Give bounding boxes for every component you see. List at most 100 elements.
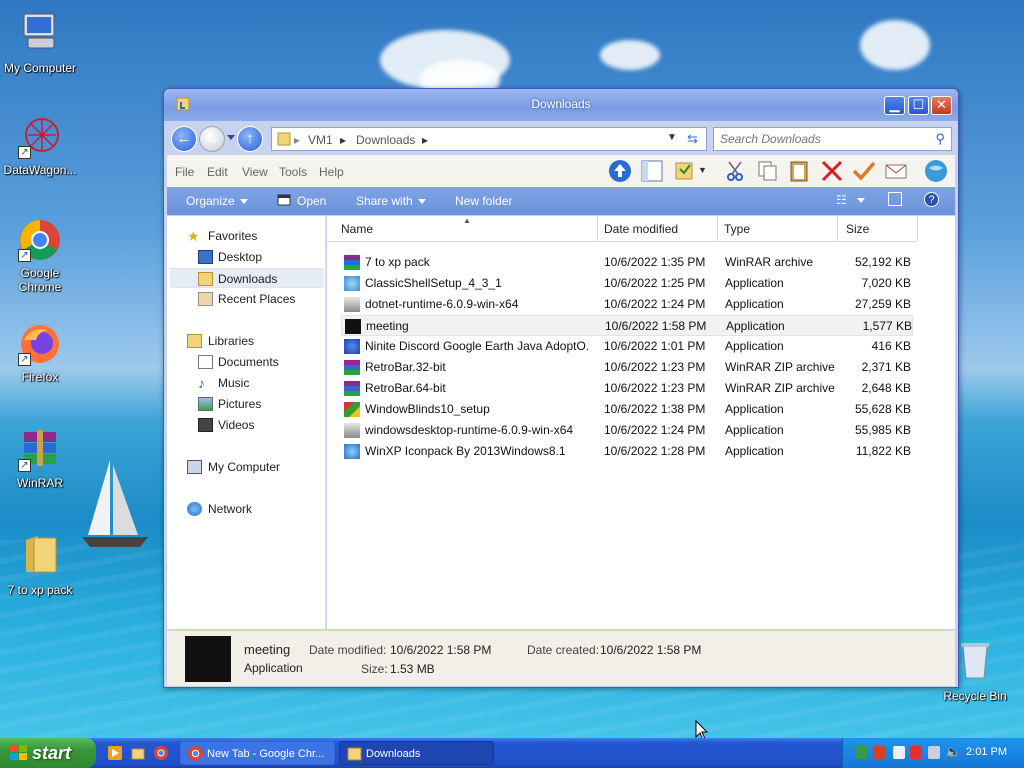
up-folder-icon[interactable] (607, 159, 633, 183)
window-title: Downloads (531, 97, 591, 111)
forward-button[interactable]: → (199, 126, 225, 152)
desktop-icon-google-chrome[interactable]: ↗ Google Chrome (0, 218, 80, 294)
windows-flag-icon (10, 745, 27, 760)
file-row[interactable]: meeting 10/6/2022 1:58 PM Application 1,577… (341, 315, 913, 336)
file-size: 1,577 KB (862, 319, 912, 333)
file-row[interactable]: Ninite Discord Google Earth Java AdoptO.… (341, 336, 913, 357)
media-player-icon[interactable] (108, 746, 122, 760)
folders-pane-icon[interactable] (639, 159, 665, 183)
nav-label: Network (208, 502, 253, 516)
sort-ascending-icon: ▲ (463, 216, 471, 225)
file-row[interactable]: WindowBlinds10_setup 10/6/2022 1:38 PM App… (341, 399, 913, 420)
column-header-size[interactable]: Size (838, 216, 918, 242)
explorer-quicklaunch-icon[interactable] (131, 746, 145, 760)
taskbar-item-chrome[interactable]: New Tab - Google Chr... (180, 741, 335, 765)
preview-pane-icon[interactable] (888, 192, 902, 206)
file-row[interactable]: 7 to xp pack 10/6/2022 1:35 PM WinRAR arch… (341, 252, 913, 273)
column-header-name[interactable]: Name ▲ (327, 216, 598, 242)
paste-icon[interactable] (787, 159, 813, 183)
file-size: 55,628 KB (854, 402, 911, 416)
search-icon[interactable]: ⚲ (935, 131, 945, 147)
clock[interactable]: 2:01 PM (966, 746, 1007, 758)
copy-icon[interactable] (755, 159, 781, 183)
nav-desktop[interactable]: Desktop (167, 247, 325, 267)
column-header-date[interactable]: Date modified (598, 216, 718, 242)
file-date-modified: 10/6/2022 1:01 PM (604, 339, 706, 353)
nav-favorites[interactable]: ★ Favorites (167, 226, 325, 246)
title-bar[interactable]: Downloads ▁ ☐ ✕ (164, 89, 958, 121)
help-icon[interactable]: ? (924, 192, 939, 207)
display-tray-icon[interactable] (928, 746, 940, 759)
search-box[interactable]: ⚲ (713, 127, 952, 151)
email-icon[interactable] (883, 159, 909, 183)
taskbar-item-downloads[interactable]: Downloads (339, 741, 494, 765)
view-dropdown-icon[interactable] (857, 198, 865, 203)
menu-tools[interactable]: Tools (279, 165, 307, 179)
file-date-modified: 10/6/2022 1:24 PM (604, 297, 706, 311)
desktop-icon-7-to-xp-pack[interactable]: 7 to xp pack (0, 532, 80, 597)
nav-documents[interactable]: Documents (167, 352, 325, 372)
network-tray-icon[interactable] (855, 746, 867, 759)
start-button[interactable]: start (0, 738, 96, 768)
desktop-icon-firefox[interactable]: ↗ Firefox (0, 322, 80, 384)
organize-button[interactable]: Organize (186, 194, 248, 208)
file-date-modified: 10/6/2022 1:24 PM (604, 423, 706, 437)
back-button[interactable]: ← (171, 126, 197, 152)
nav-label: Desktop (218, 250, 263, 264)
nav-music[interactable]: ♪ Music (167, 373, 325, 393)
folder-icon (277, 132, 291, 146)
minimize-button[interactable]: ▁ (884, 96, 905, 115)
windows-logo-icon[interactable] (923, 159, 949, 183)
file-row[interactable]: ClassicShellSetup_4_3_1 10/6/2022 1:25 PM… (341, 273, 913, 294)
file-row[interactable]: RetroBar.32-bit 10/6/2022 1:23 PM WinRAR Z… (341, 357, 913, 378)
share-with-button[interactable]: Share with (356, 194, 426, 208)
alert-tray-icon[interactable] (910, 746, 922, 759)
file-row[interactable]: dotnet-runtime-6.0.9-win-x64 10/6/2022 1:… (341, 294, 913, 315)
properties-checkmark-icon[interactable] (851, 159, 877, 183)
breadcrumb-vm1[interactable]: VM1 (308, 133, 333, 147)
file-row[interactable]: windowsdesktop-runtime-6.0.9-win-x64 10/6… (341, 420, 913, 441)
file-size: 7,020 KB (861, 276, 911, 290)
file-row[interactable]: RetroBar.64-bit 10/6/2022 1:23 PM WinRAR Z… (341, 378, 913, 399)
nav-pictures[interactable]: Pictures (167, 394, 325, 414)
desktop-icon-my-computer[interactable]: My Computer (0, 10, 80, 75)
security-tray-icon[interactable] (873, 746, 885, 759)
nav-videos[interactable]: Videos (167, 415, 325, 435)
menu-file[interactable]: File (175, 165, 194, 179)
safely-remove-tray-icon[interactable] (893, 746, 905, 759)
breadcrumb-downloads[interactable]: Downloads (356, 133, 415, 147)
cut-icon[interactable] (723, 159, 749, 183)
shortcut-arrow-icon: ↗ (18, 353, 31, 366)
menu-edit[interactable]: Edit (207, 165, 228, 179)
search-input[interactable] (720, 129, 920, 149)
volume-icon[interactable]: 🔈 (945, 744, 961, 760)
up-button[interactable]: ↑ (237, 126, 263, 152)
file-type: WinRAR archive (725, 255, 814, 269)
nav-my-computer[interactable]: My Computer (167, 457, 325, 477)
nav-network[interactable]: Network (167, 499, 325, 519)
menu-help[interactable]: Help (319, 165, 344, 179)
file-row[interactable]: WinXP Iconpack By 2013Windows8.1 10/6/202… (341, 441, 913, 462)
refresh-icon[interactable]: ⇆ (687, 131, 698, 147)
file-date-modified: 10/6/2022 1:58 PM (605, 319, 707, 333)
views-icon[interactable] (672, 159, 698, 183)
chrome-quicklaunch-icon[interactable] (154, 746, 168, 760)
menu-view[interactable]: View (242, 165, 268, 179)
nav-recent-places[interactable]: Recent Places (167, 289, 325, 309)
recent-locations-dropdown-icon[interactable] (227, 135, 235, 140)
column-header-type[interactable]: Type (718, 216, 838, 242)
address-dropdown-icon[interactable]: ▼ (667, 132, 677, 143)
desktop-icon-label: DataWagon... (3, 163, 77, 177)
close-button[interactable]: ✕ (931, 96, 952, 115)
maximize-button[interactable]: ☐ (908, 96, 929, 115)
open-button[interactable]: Open (297, 194, 326, 208)
change-view-icon[interactable]: ☷ (836, 193, 847, 207)
address-bar[interactable]: ▸ VM1 ▸ Downloads ▸ ▼ ⇆ (271, 127, 707, 151)
delete-icon[interactable] (819, 159, 845, 183)
desktop-icon-datawagon[interactable]: ↗ DataWagon... (0, 115, 80, 177)
views-dropdown-icon[interactable]: ▼ (698, 165, 707, 175)
desktop-icon-winrar[interactable]: ↗ WinRAR (0, 428, 80, 490)
nav-libraries[interactable]: Libraries (167, 331, 325, 351)
new-folder-button[interactable]: New folder (455, 194, 512, 208)
nav-downloads[interactable]: Downloads (170, 268, 324, 288)
